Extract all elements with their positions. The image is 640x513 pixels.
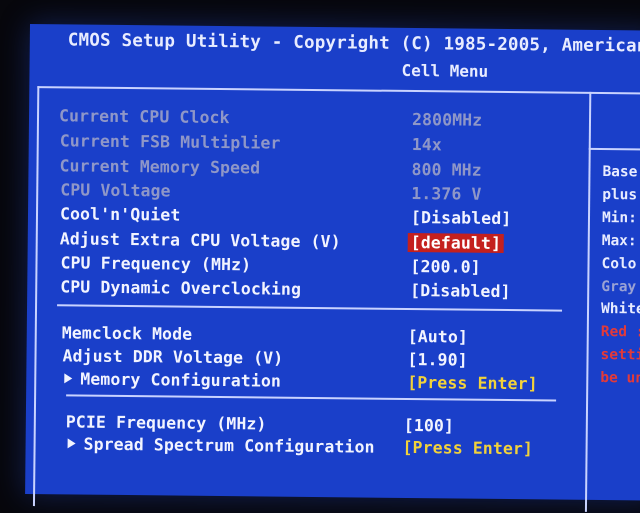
help-line: setti [600, 346, 640, 364]
help-line: Max: [601, 232, 637, 250]
setting-value[interactable]: [100] [404, 416, 454, 436]
setting-label: PCIE Frequency (MHz) [65, 412, 267, 434]
setting-label: CPU Dynamic Overclocking [60, 277, 302, 299]
section-divider-1 [57, 304, 563, 312]
section-divider-2 [66, 394, 557, 402]
setting-value: 1.376 V [411, 184, 482, 204]
frame-left-line [32, 86, 40, 507]
help-line: Colo [601, 255, 637, 273]
setting-label: Adjust Extra CPU Voltage (V) [59, 229, 341, 252]
setting-label: CPU Voltage [60, 180, 171, 201]
help-top-line [588, 147, 640, 151]
setting-label: Current FSB Multiplier [59, 131, 281, 153]
setting-value[interactable]: [Press Enter] [407, 373, 538, 393]
bios-title: CMOS Setup Utility - Copyright (C) 1985-… [67, 30, 640, 57]
frame-divider-line [584, 91, 592, 512]
help-line: Gray [601, 278, 637, 296]
setting-value[interactable]: [Disabled] [410, 281, 511, 301]
setting-value-selected[interactable]: [default] [407, 232, 505, 253]
help-line: Red : [600, 323, 640, 341]
help-line: Base [602, 164, 638, 181]
setting-label: Memclock Mode [61, 323, 193, 344]
menu-title: Cell Menu [401, 60, 489, 81]
submenu-arrow-icon [64, 369, 78, 388]
setting-label: Current Memory Speed [59, 156, 261, 178]
setting-label: Adjust DDR Voltage (V) [62, 346, 284, 368]
setting-value[interactable]: [Disabled] [411, 208, 512, 228]
setting-value: 2800MHz [411, 110, 483, 130]
help-line: White [600, 300, 640, 318]
setting-value[interactable]: [Press Enter] [402, 438, 533, 458]
setting-value: 14x [411, 135, 442, 155]
help-line: be uns [600, 369, 640, 387]
help-line: Min: [601, 210, 638, 227]
setting-value: 800 MHz [411, 160, 482, 180]
setting-label: Spread Spectrum Configuration [83, 434, 375, 457]
frame-top-line [37, 86, 640, 95]
bios-screen: CMOS Setup Utility - Copyright (C) 1985-… [25, 24, 640, 512]
setting-label: Memory Configuration [80, 369, 282, 391]
setting-value[interactable]: [1.90] [407, 350, 467, 370]
setting-value[interactable]: [Auto] [408, 327, 468, 347]
setting-value[interactable]: [200.0] [410, 257, 480, 277]
submenu-arrow-icon [67, 434, 82, 453]
help-line: plus [602, 187, 638, 204]
setting-label: Cool'n'Quiet [59, 204, 181, 225]
setting-label: Current CPU Clock [58, 106, 230, 128]
setting-label: CPU Frequency (MHz) [60, 253, 252, 275]
